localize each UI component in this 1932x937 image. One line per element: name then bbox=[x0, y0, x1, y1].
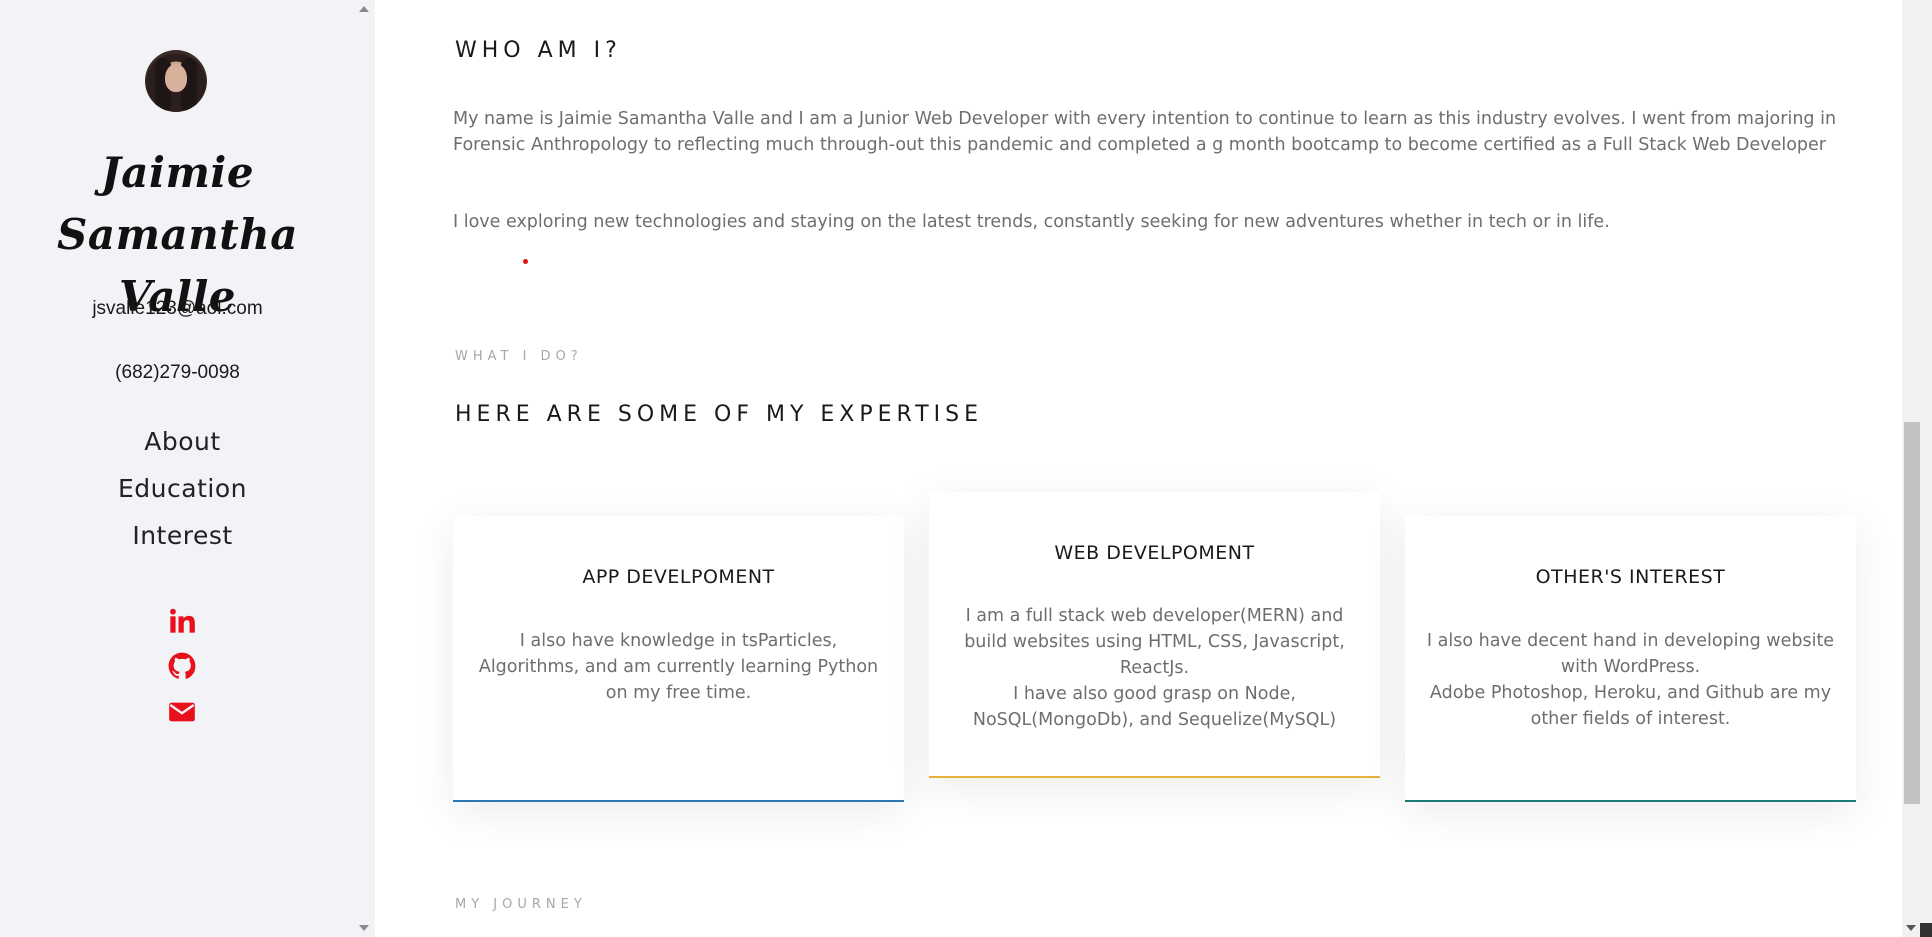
sidebar-nav: About Education Interest bbox=[0, 418, 365, 559]
journey-eyebrow: MY JOURNEY bbox=[455, 897, 587, 912]
about-paragraph-1: My name is Jaimie Samantha Valle and I a… bbox=[453, 109, 1837, 155]
expertise-card-interest: OTHER'S INTEREST I also have decent hand… bbox=[1405, 516, 1856, 802]
expertise-eyebrow: WHAT I DO? bbox=[455, 349, 583, 364]
resize-corner bbox=[1920, 923, 1932, 937]
nav-link-education[interactable]: Education bbox=[0, 465, 365, 512]
card-title: WEB DEVELPOMENT bbox=[1054, 542, 1255, 564]
card-body: I also have decent hand in developing we… bbox=[1426, 631, 1835, 729]
nav-link-interest[interactable]: Interest bbox=[0, 512, 365, 559]
card-title: APP DEVELPOMENT bbox=[582, 566, 775, 588]
scroll-down-arrow-icon[interactable] bbox=[1906, 925, 1916, 931]
about-paragraph-2: I love exploring new technologies and st… bbox=[453, 212, 1610, 232]
linkedin-link[interactable] bbox=[168, 607, 196, 635]
card-body: I also have knowledge in tsParticles, Al… bbox=[478, 631, 879, 703]
avatar bbox=[145, 50, 207, 112]
expertise-card-app: APP DEVELPOMENT I also have knowledge in… bbox=[453, 516, 904, 802]
card-border bbox=[1405, 800, 1856, 802]
expertise-heading: HERE ARE SOME OF MY EXPERTISE bbox=[455, 402, 984, 427]
scroll-up-arrow-icon[interactable] bbox=[359, 6, 369, 12]
card-border bbox=[453, 800, 904, 802]
linkedin-icon bbox=[170, 608, 195, 633]
email-link[interactable] bbox=[168, 698, 196, 726]
card-title: OTHER'S INTEREST bbox=[1535, 566, 1726, 588]
sidebar: Jaimie Samantha Valle jsvalle123@aol.com… bbox=[0, 0, 375, 937]
nav-link-about[interactable]: About bbox=[0, 418, 365, 465]
email-text: jsvalle123@aol.com bbox=[92, 298, 263, 319]
scroll-down-arrow-icon[interactable] bbox=[359, 925, 369, 931]
cursor-dot bbox=[523, 259, 528, 264]
main-content: WHO AM I? My name is Jaimie Samantha Val… bbox=[375, 0, 1902, 937]
window-scrollbar[interactable] bbox=[1902, 0, 1932, 937]
avatar-face bbox=[165, 64, 187, 92]
card-body: I am a full stack web developer(MERN) an… bbox=[964, 606, 1345, 730]
sidebar-scrollbar[interactable] bbox=[355, 0, 375, 937]
card-border bbox=[929, 776, 1380, 778]
scrollbar-thumb[interactable] bbox=[1904, 422, 1920, 804]
github-icon bbox=[168, 652, 196, 679]
phone-text: (682)279-0098 bbox=[115, 362, 240, 383]
about-heading: WHO AM I? bbox=[455, 38, 622, 63]
expertise-card-web: WEB DEVELPOMENT I am a full stack web de… bbox=[929, 492, 1380, 778]
envelope-icon bbox=[169, 702, 195, 722]
github-link[interactable] bbox=[168, 652, 196, 680]
